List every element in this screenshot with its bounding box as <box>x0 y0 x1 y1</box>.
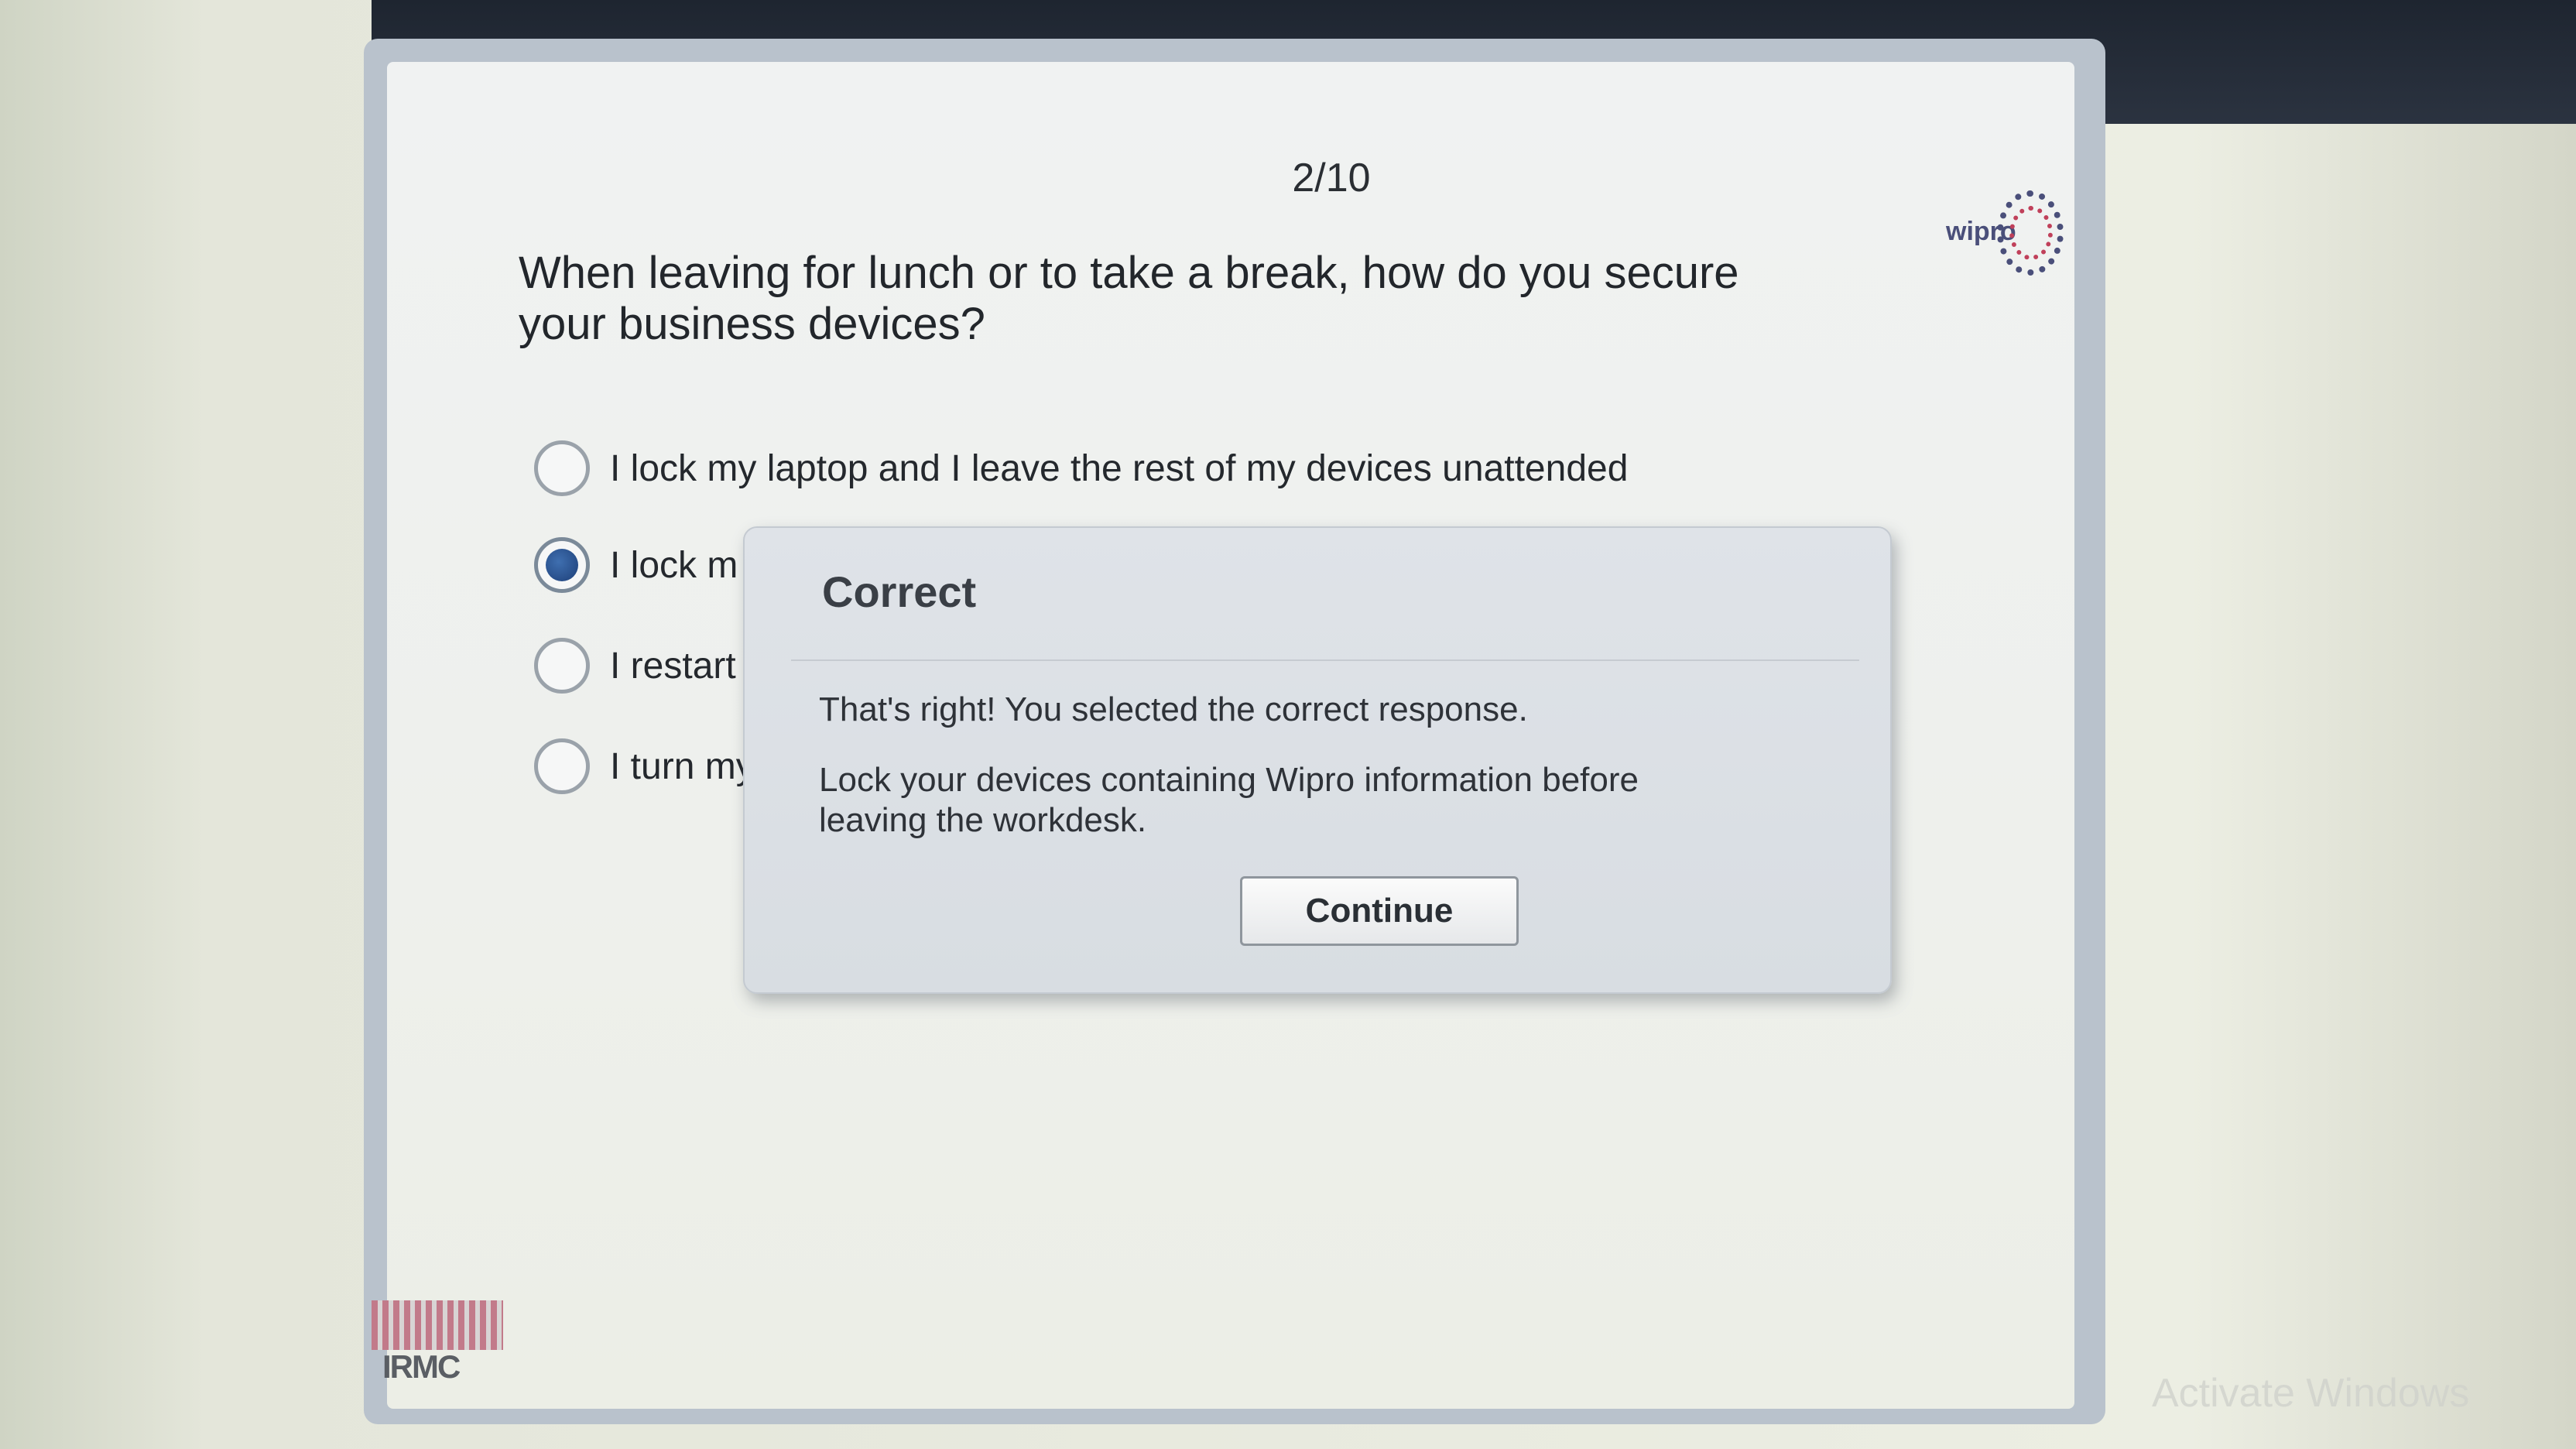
option-label: I turn my <box>610 745 755 787</box>
question-text: When leaving for lunch or to take a brea… <box>519 248 1739 349</box>
question-counter: 2/10 <box>1292 156 1371 200</box>
answer-option-4[interactable]: I turn my <box>534 731 755 801</box>
irmc-logo: IRMC <box>372 1300 503 1386</box>
option-label: I lock my laptop and I leave the rest of… <box>610 447 1629 489</box>
radio-dot-icon <box>546 549 578 581</box>
irmc-logo-text: IRMC <box>382 1348 461 1385</box>
feedback-title: Correct <box>822 567 977 616</box>
option-label: I restart <box>610 645 736 687</box>
wipro-logo: wipro <box>1935 186 2067 286</box>
answer-option-3[interactable]: I restart <box>534 631 736 701</box>
continue-button[interactable]: Continue <box>1240 876 1519 946</box>
answer-option-2[interactable]: I lock m <box>534 530 738 600</box>
dialog-divider <box>791 659 1859 661</box>
feedback-explanation: Lock your devices containing Wipro infor… <box>819 761 1639 839</box>
logo-inner-dots-icon <box>2009 206 2053 260</box>
feedback-dialog: Correct That's right! You selected the c… <box>743 526 1892 994</box>
screen: 2/10 wipro When leaving for lunch or to … <box>0 0 2576 1449</box>
barcode-icon <box>372 1300 503 1350</box>
feedback-message: That's right! You selected the correct r… <box>819 690 1528 728</box>
radio-button[interactable] <box>534 440 590 496</box>
option-label: I lock m <box>610 544 738 586</box>
activate-windows-watermark: Activate Windows <box>2152 1371 2470 1416</box>
answer-option-1[interactable]: I lock my laptop and I leave the rest of… <box>534 433 1628 503</box>
radio-button[interactable] <box>534 638 590 694</box>
radio-button[interactable] <box>534 738 590 794</box>
radio-button-selected[interactable] <box>534 537 590 593</box>
